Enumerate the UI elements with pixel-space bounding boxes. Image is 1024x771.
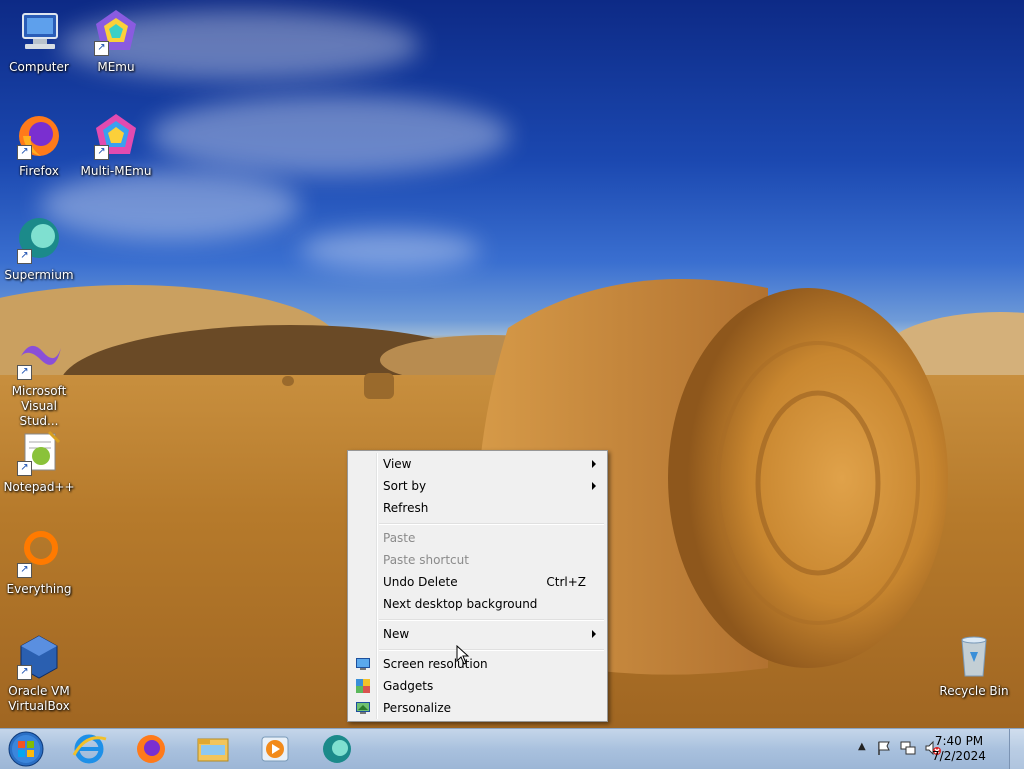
shortcut-arrow-icon: ↗ (94, 145, 109, 160)
shortcut-arrow-icon: ↗ (17, 563, 32, 578)
recycle-bin-icon (950, 632, 998, 680)
desktop-icon-virtualbox[interactable]: ↗ Oracle VM VirtualBox (1, 632, 77, 714)
menu-separator (379, 619, 604, 621)
show-hidden-icons-icon[interactable]: ▲ (858, 741, 866, 752)
firefox-icon (137, 735, 165, 763)
everything-icon: ↗ (15, 530, 63, 578)
menu-separator (379, 523, 604, 525)
clock-date: 7/2/2024 (932, 749, 986, 763)
shortcut-arrow-icon: ↗ (17, 665, 32, 680)
desktop-icon-everything[interactable]: ↗ Everything (1, 530, 77, 597)
virtualbox-icon: ↗ (15, 632, 63, 680)
supermium-icon: ↗ (15, 216, 63, 264)
desktop-icon-label: Notepad++ (3, 480, 75, 494)
menu-item-label: Undo Delete (383, 575, 458, 589)
shortcut-arrow-icon: ↗ (17, 461, 32, 476)
shortcut-arrow-icon: ↗ (94, 41, 109, 56)
multi-memu-icon: ↗ (92, 112, 140, 160)
screen-resolution-icon (355, 656, 371, 672)
shortcut-arrow-icon: ↗ (17, 365, 32, 380)
submenu-arrow-icon (592, 630, 596, 638)
personalize-icon (355, 700, 371, 716)
submenu-arrow-icon (592, 482, 596, 490)
menu-item-label: Paste shortcut (383, 553, 469, 567)
menu-item-label: Refresh (383, 501, 429, 515)
computer-icon (15, 8, 63, 56)
menu-item-paste: Paste (350, 527, 605, 549)
desktop-icon-supermium[interactable]: ↗ Supermium (1, 216, 77, 283)
memu-icon: ↗ (92, 8, 140, 56)
desktop-context-menu: View Sort by Refresh Paste Paste shortcu… (347, 450, 608, 722)
supermium-icon (323, 735, 351, 763)
menu-item-label: Personalize (383, 701, 452, 715)
menu-item-label: Gadgets (383, 679, 434, 693)
menu-item-screen-resolution[interactable]: Screen resolution (350, 653, 605, 675)
file-explorer-icon (197, 738, 229, 762)
menu-item-label: Paste (383, 531, 416, 545)
menu-item-paste-shortcut: Paste shortcut (350, 549, 605, 571)
desktop-icon-computer[interactable]: Computer (1, 8, 77, 75)
notepadpp-icon: ↗ (15, 428, 63, 476)
taskbar: ▲ 7:40 PM 7/2/2024 (0, 728, 1024, 769)
menu-item-new[interactable]: New (350, 623, 605, 645)
menu-item-shortcut: Ctrl+Z (546, 575, 586, 589)
desktop-icon-visual-studio[interactable]: ↗ Microsoft Visual Stud... (1, 332, 77, 429)
shortcut-arrow-icon: ↗ (17, 249, 32, 264)
mouse-cursor-icon (456, 645, 470, 665)
menu-item-next-desktop-background[interactable]: Next desktop background (350, 593, 605, 615)
menu-item-view[interactable]: View (350, 453, 605, 475)
submenu-arrow-icon (592, 460, 596, 468)
desktop-icon-label: Computer (9, 60, 69, 74)
desktop-icon-notepadpp[interactable]: ↗ Notepad++ (1, 428, 77, 495)
menu-item-label: Sort by (383, 479, 427, 493)
shortcut-arrow-icon: ↗ (17, 145, 32, 160)
clock[interactable]: 7:40 PM 7/2/2024 (924, 734, 994, 764)
desktop-icon-memu[interactable]: ↗ MEmu (78, 8, 154, 75)
desktop-icon-label: Microsoft Visual Stud... (11, 384, 67, 428)
menu-item-personalize[interactable]: Personalize (350, 697, 605, 719)
taskbar-internet-explorer[interactable] (62, 731, 116, 767)
desktop-icon-label: Everything (6, 582, 72, 596)
menu-item-undo-delete[interactable]: Undo Delete Ctrl+Z (350, 571, 605, 593)
internet-explorer-icon (72, 734, 107, 764)
menu-item-label: Next desktop background (383, 597, 538, 611)
taskbar-file-explorer[interactable] (186, 731, 240, 767)
desktop-icon-label: Oracle VM VirtualBox (8, 684, 70, 713)
menu-separator (379, 649, 604, 651)
desktop-icon-label: Supermium (4, 268, 74, 282)
desktop-icon-multi-memu[interactable]: ↗ Multi-MEmu (78, 112, 154, 179)
menu-item-label: New (383, 627, 410, 641)
menu-item-label: Screen resolution (383, 657, 488, 671)
menu-item-label: View (383, 457, 412, 471)
menu-item-sort-by[interactable]: Sort by (350, 475, 605, 497)
desktop-icon-label: MEmu (97, 60, 135, 74)
gadgets-icon (355, 678, 371, 694)
menu-item-refresh[interactable]: Refresh (350, 497, 605, 519)
taskbar-supermium[interactable] (310, 731, 364, 767)
clock-time: 7:40 PM (934, 734, 984, 748)
taskbar-firefox[interactable] (124, 731, 178, 767)
firefox-icon: ↗ (15, 112, 63, 160)
visual-studio-icon: ↗ (15, 332, 63, 380)
desktop-icon-label: Firefox (19, 164, 59, 178)
desktop-icon-firefox[interactable]: ↗ Firefox (1, 112, 77, 179)
show-desktop-button[interactable] (1009, 729, 1024, 769)
desktop-icon-label: Recycle Bin (939, 684, 1009, 698)
desktop-icon-label: Multi-MEmu (80, 164, 152, 178)
menu-item-gadgets[interactable]: Gadgets (350, 675, 605, 697)
taskbar-media-player[interactable] (248, 731, 302, 767)
start-button[interactable] (6, 730, 46, 768)
system-tray: ▲ 7:40 PM 7/2/2024 (834, 729, 1024, 769)
network-icon[interactable] (900, 740, 916, 759)
media-player-icon (261, 736, 289, 762)
desktop-icon-recycle-bin[interactable]: Recycle Bin (936, 632, 1012, 699)
action-center-flag-icon[interactable] (876, 740, 892, 759)
